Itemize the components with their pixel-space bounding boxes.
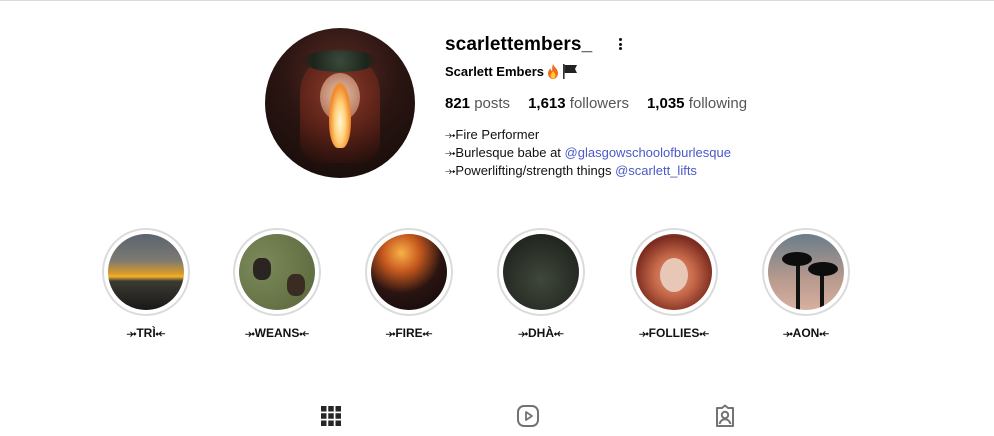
tagged-icon[interactable] (713, 404, 737, 428)
bio-line-2-text: ⤞Burlesque babe at (445, 145, 565, 160)
profile-bio: ⤞Fire Performer ⤞Burlesque babe at @glas… (445, 126, 731, 180)
bio-line-3: ⤞Powerlifting/strength things @scarlett_… (445, 162, 731, 180)
black-flag-icon (563, 64, 577, 79)
highlight-item[interactable]: ⤞DHÀ⤝ (496, 228, 586, 341)
profile-avatar[interactable] (265, 28, 415, 178)
highlight-cover (503, 234, 579, 310)
highlight-item[interactable]: ⤞WEANS⤝ (232, 228, 322, 341)
bio-line-3-text: ⤞Powerlifting/strength things (445, 163, 616, 178)
highlight-ring (233, 228, 321, 316)
bio-line-1: ⤞Fire Performer (445, 127, 540, 142)
grid-icon[interactable] (319, 404, 343, 428)
highlight-label: ⤞FOLLIES⤝ (639, 326, 709, 340)
posts-count: 821 (445, 95, 471, 112)
highlight-label: ⤞AON⤝ (783, 326, 829, 340)
highlight-ring (630, 228, 718, 316)
highlight-cover (768, 234, 844, 310)
highlight-item[interactable]: ⤞TRÌ⤝ (101, 228, 191, 341)
following-count: 1,035 (646, 95, 685, 112)
followers-stat[interactable]: 1,613 followers (528, 95, 629, 112)
highlight-ring (365, 228, 453, 316)
following-label: following (688, 95, 748, 112)
highlight-ring (762, 228, 850, 316)
highlight-item[interactable]: ⤞FOLLIES⤝ (629, 228, 719, 341)
profile-tabs (0, 404, 994, 434)
story-highlights: ⤞TRÌ⤝ ⤞WEANS⤝ ⤞FIRE⤝ ⤞DHÀ⤝ ⤞FOLLIES⤝ ⤞AO… (0, 228, 994, 348)
highlight-item[interactable]: ⤞AON⤝ (761, 228, 851, 341)
profile-full-name: Scarlett Embers (445, 64, 544, 79)
reels-icon[interactable] (516, 404, 540, 428)
posts-label: posts (474, 95, 511, 112)
bio-mention-link[interactable]: @glasgowschoolofburlesque (565, 145, 731, 160)
followers-label: followers (569, 95, 629, 112)
highlight-item[interactable]: ⤞FIRE⤝ (364, 228, 454, 341)
profile-stats: 821 posts 1,613 followers 1,035 followin… (445, 95, 765, 112)
highlight-label: ⤞WEANS⤝ (245, 326, 309, 340)
posts-stat[interactable]: 821 posts (445, 95, 510, 112)
following-stat[interactable]: 1,035 following (647, 95, 747, 112)
highlight-cover (108, 234, 184, 310)
highlight-cover (371, 234, 447, 310)
highlight-ring (497, 228, 585, 316)
fire-emoji-icon (548, 64, 558, 79)
highlight-ring (102, 228, 190, 316)
highlight-cover (239, 234, 315, 310)
highlight-label: ⤞DHÀ⤝ (518, 326, 564, 340)
bio-line-2: ⤞Burlesque babe at @glasgowschoolofburle… (445, 144, 731, 162)
more-options-icon[interactable] (612, 36, 628, 52)
bio-mention-link[interactable]: @scarlett_lifts (615, 163, 697, 178)
highlight-label: ⤞TRÌ⤝ (126, 326, 166, 340)
followers-count: 1,613 (528, 95, 566, 112)
highlight-label: ⤞FIRE⤝ (385, 326, 433, 340)
profile-username: scarlettembers_ (445, 34, 593, 55)
top-divider (0, 0, 994, 1)
profile-full-name-row: Scarlett Embers (445, 64, 578, 79)
highlight-cover (636, 234, 712, 310)
